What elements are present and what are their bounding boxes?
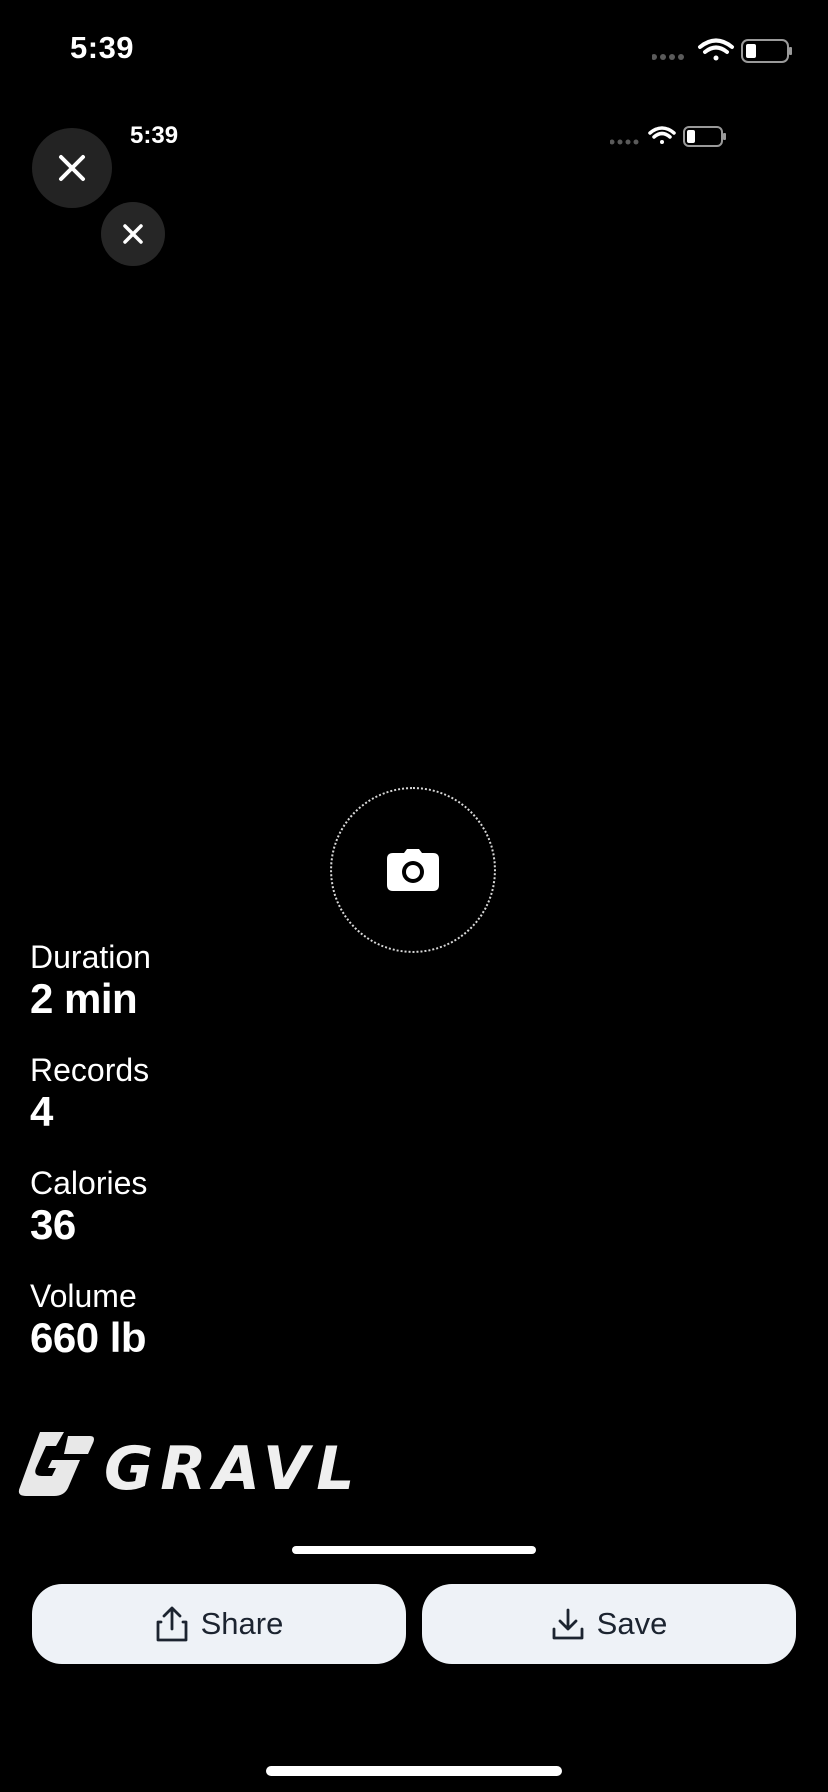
share-button-label: Share	[200, 1606, 284, 1641]
stat-records: Records 4	[30, 1051, 151, 1135]
stat-value: 4	[30, 1088, 53, 1135]
gravl-logo-icon	[18, 1432, 94, 1496]
stat-volume: Volume 660 lb	[30, 1277, 151, 1361]
inner-status-icons	[609, 124, 728, 148]
battery-icon	[683, 126, 726, 147]
save-button-label: Save	[596, 1606, 668, 1641]
add-photo-button[interactable]	[330, 787, 496, 953]
workout-stats: Duration 2 min Records 4 Calories 36 Vol…	[30, 938, 151, 1390]
signal-icon	[609, 139, 639, 145]
battery-icon	[741, 39, 792, 63]
stat-label: Records	[30, 1052, 150, 1088]
share-icon	[156, 1606, 188, 1642]
download-icon	[552, 1608, 584, 1640]
stat-label: Volume	[30, 1278, 137, 1314]
close-icon	[123, 224, 143, 244]
status-time: 5:39	[70, 30, 135, 65]
stat-label: Calories	[30, 1165, 148, 1201]
home-indicator	[266, 1766, 562, 1776]
stat-value: 660 lb	[30, 1314, 147, 1361]
stat-calories: Calories 36	[30, 1164, 151, 1248]
close-icon	[59, 155, 85, 181]
status-icons	[651, 36, 792, 64]
wifi-icon	[648, 126, 676, 144]
signal-icon	[651, 54, 684, 60]
brand-logo: GRAVL	[18, 1432, 388, 1504]
stat-value: 2 min	[30, 975, 138, 1022]
share-button[interactable]: Share	[32, 1584, 406, 1664]
stat-duration: Duration 2 min	[30, 938, 151, 1022]
brand-name: GRAVL	[104, 1434, 362, 1504]
stat-value: 36	[30, 1201, 76, 1248]
inner-close-button[interactable]	[101, 202, 165, 266]
inner-status-time: 5:39	[130, 122, 179, 149]
close-button[interactable]	[32, 128, 112, 208]
camera-icon	[387, 849, 439, 891]
inner-home-indicator	[292, 1546, 536, 1554]
wifi-icon	[698, 38, 734, 61]
stat-label: Duration	[30, 939, 151, 975]
save-button[interactable]: Save	[422, 1584, 796, 1664]
